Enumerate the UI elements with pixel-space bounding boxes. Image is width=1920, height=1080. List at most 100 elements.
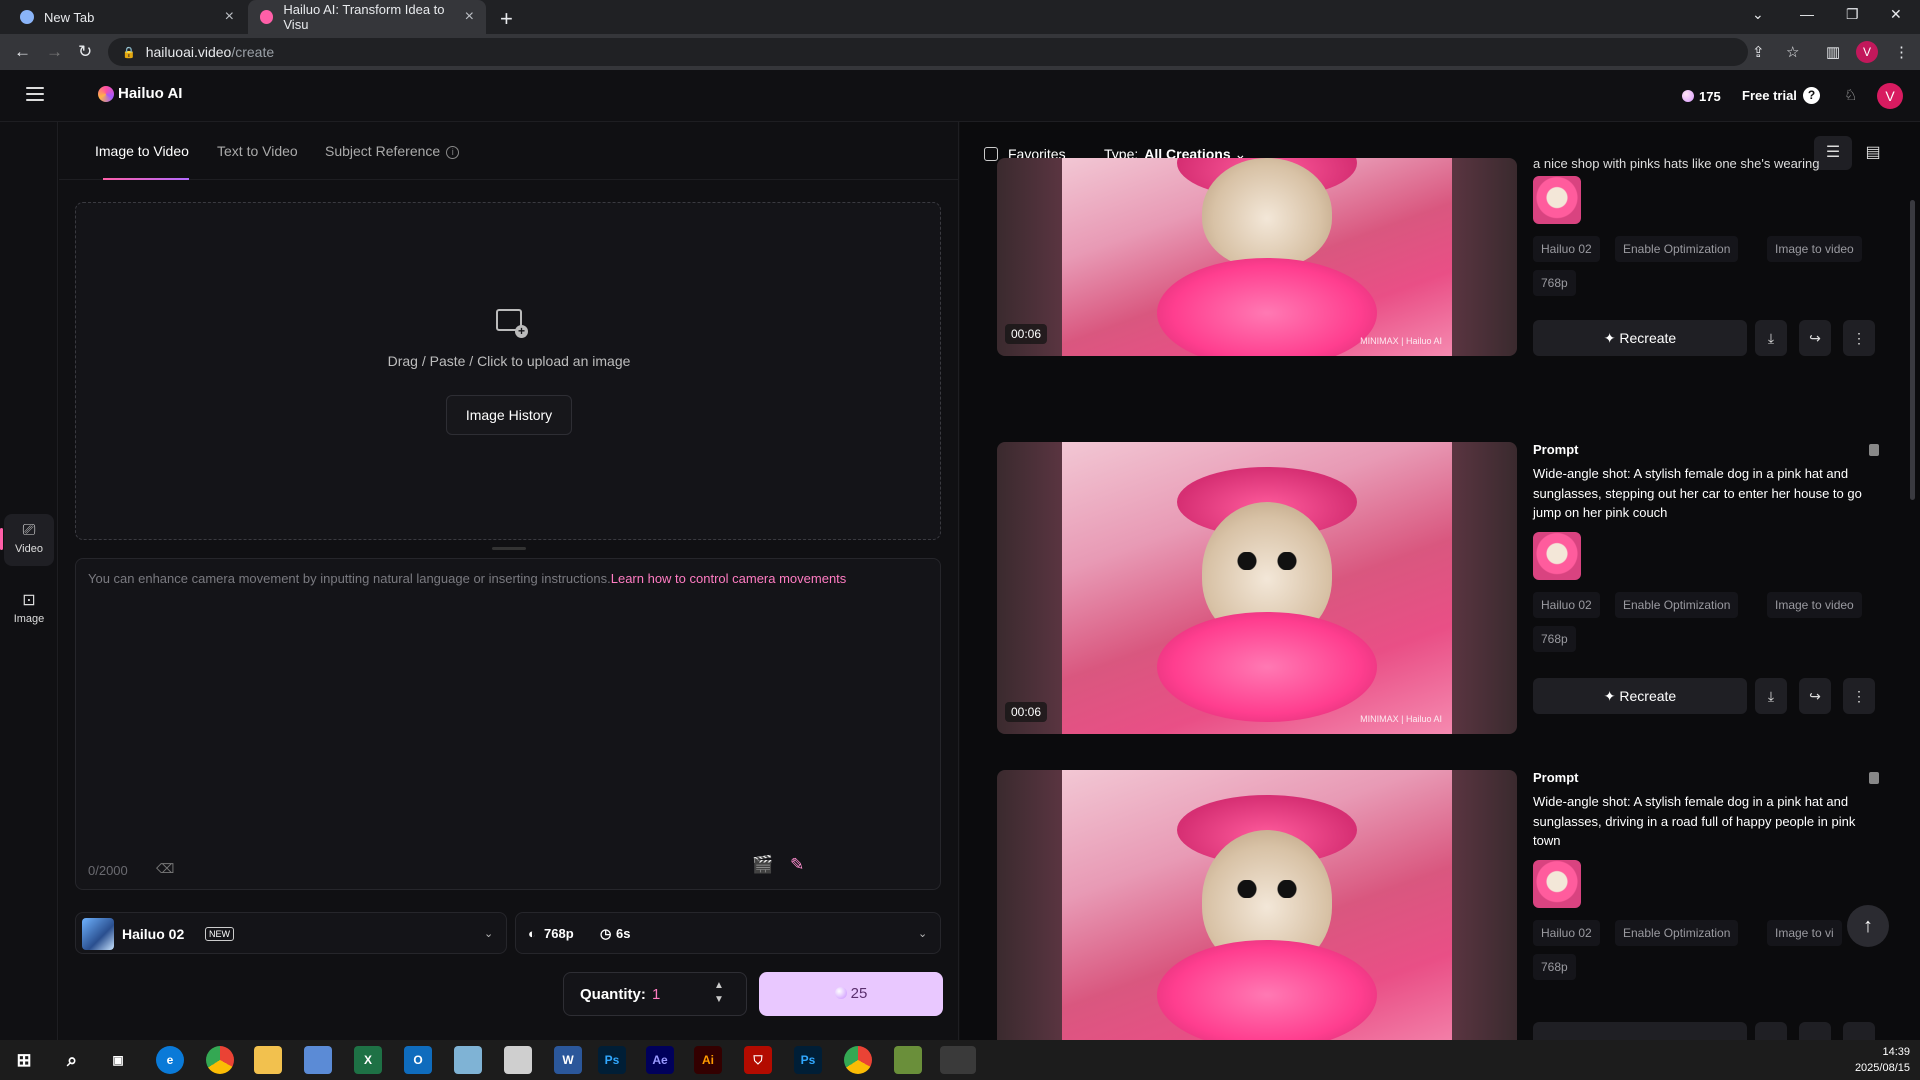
bookmark-star-icon[interactable]: ☆ xyxy=(1786,43,1799,61)
copy-icon[interactable] xyxy=(1869,444,1879,456)
more-icon[interactable]: ⋮ xyxy=(1843,678,1875,714)
video-thumbnail[interactable]: MINIMAX | Hailuo AI 00:06 xyxy=(997,158,1517,356)
creation-card: Prompt Wide-angle shot: A stylish female… xyxy=(997,770,1887,1040)
logo[interactable]: Hailuo AI xyxy=(98,85,182,102)
stepper-arrows[interactable]: ▲ ▼ xyxy=(714,979,724,1007)
generate-button[interactable]: 25 xyxy=(759,972,943,1016)
hailuo-logo-icon xyxy=(98,85,114,102)
reload-icon[interactable]: ↻ xyxy=(78,42,92,62)
notes-icon[interactable] xyxy=(454,1046,482,1074)
search-icon[interactable]: ⌕ xyxy=(58,1046,86,1074)
rail-item-label: Video xyxy=(15,543,43,555)
upload-instructions: Drag / Paste / Click to upload an image xyxy=(387,353,631,369)
outlook-icon[interactable]: O xyxy=(404,1046,432,1074)
photoshop-icon[interactable]: Ps xyxy=(794,1046,822,1074)
camera-movement-help-link[interactable]: Learn how to control camera movements xyxy=(611,571,847,586)
prompt-textarea[interactable]: You can enhance camera movement by input… xyxy=(75,558,941,890)
recreate-button[interactable]: ✦ Recreate xyxy=(1533,678,1747,714)
reference-image-thumbnail[interactable] xyxy=(1533,860,1581,908)
restore-icon[interactable]: ❐ xyxy=(1846,6,1859,23)
share-icon[interactable]: ↪ xyxy=(1799,320,1831,356)
image-upload-dropzone[interactable]: Drag / Paste / Click to upload an image … xyxy=(75,202,941,540)
browser-menu-icon[interactable]: ⋮ xyxy=(1894,43,1909,61)
rail-item-image[interactable]: ⊡ Image xyxy=(4,582,54,634)
tab-text-to-video[interactable]: Text to Video xyxy=(217,143,298,159)
windows-start-icon[interactable]: ⊞ xyxy=(10,1046,38,1074)
chrome-icon[interactable] xyxy=(206,1046,234,1074)
eraser-icon[interactable]: ⌫ xyxy=(156,861,174,877)
app-icon[interactable] xyxy=(894,1046,922,1074)
hamburger-menu-icon[interactable] xyxy=(26,87,44,101)
calculator-icon[interactable] xyxy=(304,1046,332,1074)
camera-movement-icon[interactable]: 🎬 xyxy=(752,855,773,875)
tab-image-to-video[interactable]: Image to Video xyxy=(95,143,189,159)
system-clock[interactable]: 14:39 2025/08/15 xyxy=(1850,1044,1910,1076)
char-counter: 0/2000 xyxy=(88,863,128,878)
reference-image-thumbnail[interactable] xyxy=(1533,176,1581,224)
mode-tabs: Image to Video Text to Video Subject Ref… xyxy=(59,122,959,180)
chrome-profile-icon[interactable] xyxy=(844,1046,872,1074)
rail-item-video[interactable]: ⎚ Video xyxy=(0,514,54,566)
active-chrome-window-icon[interactable] xyxy=(940,1046,976,1074)
illustrator-icon[interactable]: Ai xyxy=(694,1046,722,1074)
model-tag: Hailuo 02 xyxy=(1533,236,1600,262)
new-badge: NEW xyxy=(205,927,234,941)
recreate-button[interactable] xyxy=(1533,1022,1747,1040)
word-icon[interactable]: W xyxy=(554,1046,582,1074)
hailuo-favicon-icon xyxy=(260,10,274,24)
share-icon[interactable] xyxy=(1799,1022,1831,1040)
favorites-checkbox[interactable] xyxy=(984,147,998,161)
url-field[interactable]: 🔒 hailuoai.video/create xyxy=(108,38,1748,66)
tab-subject-reference[interactable]: Subject Reference i xyxy=(325,143,460,159)
info-icon[interactable]: i xyxy=(446,146,460,159)
download-icon[interactable]: ⤓ xyxy=(1755,678,1787,714)
resolution-tag: 768p xyxy=(1533,270,1576,296)
prompt-enhance-icon[interactable]: ✎ xyxy=(790,855,804,875)
more-icon[interactable] xyxy=(1843,1022,1875,1040)
image-history-button[interactable]: Image History xyxy=(446,395,572,435)
window-close-icon[interactable]: ✕ xyxy=(1890,6,1902,23)
download-icon[interactable] xyxy=(1755,1022,1787,1040)
video-thumbnail[interactable] xyxy=(997,770,1517,1040)
model-name: Hailuo 02 xyxy=(122,926,185,942)
increment-icon[interactable]: ▲ xyxy=(714,979,724,993)
copy-icon[interactable] xyxy=(1869,772,1879,784)
quantity-value: 1 xyxy=(652,986,661,1003)
video-thumbnail[interactable]: MINIMAX | Hailuo AI 00:06 xyxy=(997,442,1517,734)
close-icon[interactable]: × xyxy=(225,8,234,26)
close-icon[interactable]: × xyxy=(465,8,474,26)
resize-handle[interactable] xyxy=(492,547,526,550)
quantity-stepper[interactable]: Quantity: 1 ▲ ▼ xyxy=(563,972,747,1016)
excel-icon[interactable]: X xyxy=(354,1046,382,1074)
app-icon[interactable] xyxy=(504,1046,532,1074)
optimization-tag: Enable Optimization xyxy=(1615,592,1739,618)
scrollbar[interactable] xyxy=(1910,200,1915,500)
after-effects-icon[interactable]: Ae xyxy=(646,1046,674,1074)
share-icon[interactable]: ⇪ xyxy=(1752,43,1765,61)
model-selector[interactable]: Hailuo 02 NEW ⌄ xyxy=(75,912,507,954)
decrement-icon[interactable]: ▼ xyxy=(714,993,724,1007)
side-panel-icon[interactable]: ▥ xyxy=(1826,43,1840,61)
share-icon[interactable]: ↪ xyxy=(1799,678,1831,714)
scroll-to-top-button[interactable]: ↑ xyxy=(1847,905,1889,947)
prompt-text: a nice shop with pinks hats like one she… xyxy=(1533,158,1820,171)
photoshop-icon[interactable]: Ps xyxy=(598,1046,626,1074)
back-icon[interactable]: ← xyxy=(14,42,31,62)
download-icon[interactable]: ⤓ xyxy=(1755,320,1787,356)
task-view-icon[interactable]: ▣ xyxy=(104,1046,132,1074)
acrobat-icon[interactable]: ⛉ xyxy=(744,1046,772,1074)
browser-profile-avatar[interactable]: V xyxy=(1856,41,1878,63)
reference-image-thumbnail[interactable] xyxy=(1533,532,1581,580)
more-icon[interactable]: ⋮ xyxy=(1843,320,1875,356)
url-host: hailuoai.video xyxy=(145,44,232,60)
recreate-button[interactable]: ✦ Recreate xyxy=(1533,320,1747,356)
tab-search-chevron-icon[interactable]: ⌄ xyxy=(1752,6,1764,23)
browser-tab-hailuo[interactable]: Hailuo AI: Transform Idea to Visu × xyxy=(248,0,486,34)
new-tab-icon[interactable]: + xyxy=(500,6,513,32)
file-explorer-icon[interactable] xyxy=(254,1046,282,1074)
minimize-icon[interactable]: — xyxy=(1800,6,1814,22)
video-settings-selector[interactable]: ◐ 768p ◷ 6s ⌄ xyxy=(515,912,941,954)
browser-tab-new[interactable]: New Tab × xyxy=(8,0,246,34)
forward-icon[interactable]: → xyxy=(46,42,63,62)
edge-icon[interactable]: e xyxy=(156,1046,184,1074)
